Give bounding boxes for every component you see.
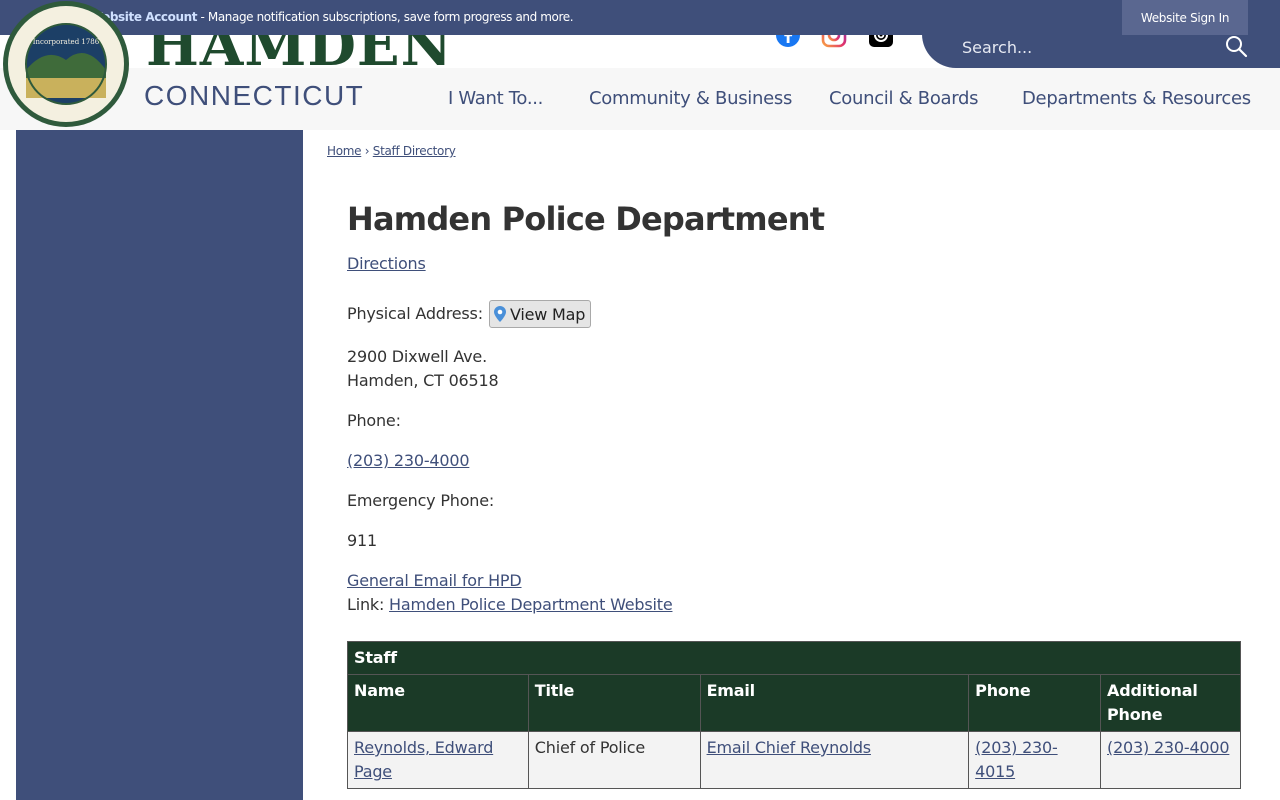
phone-label: Phone: bbox=[347, 411, 401, 430]
staff-email-link[interactable]: Email Chief Reynolds bbox=[707, 738, 872, 757]
website-link-row: Link: Hamden Police Department Website bbox=[347, 595, 673, 614]
column-header-email: Email bbox=[699, 674, 970, 732]
staff-phone-cell: (203) 230-4015 bbox=[968, 731, 1102, 789]
staff-caption: Staff bbox=[347, 641, 1241, 675]
column-header-name: Name bbox=[347, 674, 529, 732]
page-title: Hamden Police Department bbox=[347, 200, 825, 238]
map-pin-icon bbox=[494, 306, 506, 322]
logo-state-name[interactable]: CONNECTICUT bbox=[144, 80, 364, 112]
staff-additional-phone-link[interactable]: (203) 230-4000 bbox=[1107, 738, 1230, 757]
emergency-phone-value: 911 bbox=[347, 531, 377, 550]
column-header-phone: Phone bbox=[968, 674, 1102, 732]
directions-link[interactable]: Directions bbox=[347, 254, 426, 273]
nav-council-boards[interactable]: Council & Boards bbox=[829, 88, 979, 109]
phone-link[interactable]: (203) 230-4000 bbox=[347, 451, 470, 470]
emergency-phone-label: Emergency Phone: bbox=[347, 491, 495, 510]
staff-additional-phone-cell: (203) 230-4000 bbox=[1100, 731, 1241, 789]
address-line1: 2900 Dixwell Ave. bbox=[347, 347, 487, 366]
notification-bar: Create a Website Account - Manage notifi… bbox=[0, 0, 1280, 35]
staff-table: Staff Name Title Email Phone Additional … bbox=[347, 641, 1241, 789]
search-input[interactable] bbox=[962, 36, 1212, 58]
sidebar bbox=[16, 130, 303, 800]
physical-address-label: Physical Address: bbox=[347, 304, 483, 323]
police-website-link[interactable]: Hamden Police Department Website bbox=[389, 595, 673, 614]
staff-email-cell: Email Chief Reynolds bbox=[699, 731, 970, 789]
staff-name-cell: Reynolds, Edward Page bbox=[347, 731, 529, 789]
search-icon[interactable] bbox=[1224, 34, 1248, 58]
general-email-link[interactable]: General Email for HPD bbox=[347, 571, 522, 590]
view-map-label: View Map bbox=[510, 304, 586, 324]
breadcrumb-separator: › bbox=[364, 144, 370, 158]
breadcrumb: Home › Staff Directory bbox=[327, 144, 456, 158]
link-label: Link: bbox=[347, 595, 390, 614]
nav-community-business[interactable]: Community & Business bbox=[589, 88, 792, 109]
nav-i-want-to[interactable]: I Want To... bbox=[448, 88, 543, 109]
breadcrumb-home[interactable]: Home bbox=[327, 144, 362, 158]
staff-header-row: Name Title Email Phone Additional Phone bbox=[347, 674, 1241, 732]
staff-caption-row: Staff bbox=[347, 641, 1241, 675]
website-sign-in-button[interactable]: Website Sign In bbox=[1122, 0, 1248, 35]
column-header-additional-phone: Additional Phone bbox=[1100, 674, 1241, 732]
column-header-title: Title bbox=[527, 674, 701, 732]
town-seal-icon[interactable]: Incorporated 1786 bbox=[2, 0, 130, 128]
staff-title-cell: Chief of Police bbox=[527, 731, 701, 789]
view-map-button[interactable]: View Map bbox=[489, 300, 591, 328]
breadcrumb-staff-directory[interactable]: Staff Directory bbox=[373, 144, 456, 158]
table-row: Reynolds, Edward Page Chief of Police Em… bbox=[347, 731, 1241, 789]
seal-year: Incorporated 1786 bbox=[33, 38, 100, 46]
address-line2: Hamden, CT 06518 bbox=[347, 371, 499, 390]
staff-name-link[interactable]: Reynolds, Edward Page bbox=[354, 738, 493, 781]
nav-departments-resources[interactable]: Departments & Resources bbox=[1022, 88, 1251, 109]
staff-phone-link[interactable]: (203) 230-4015 bbox=[975, 738, 1058, 781]
notification-text: - Manage notification subscriptions, sav… bbox=[197, 10, 574, 24]
